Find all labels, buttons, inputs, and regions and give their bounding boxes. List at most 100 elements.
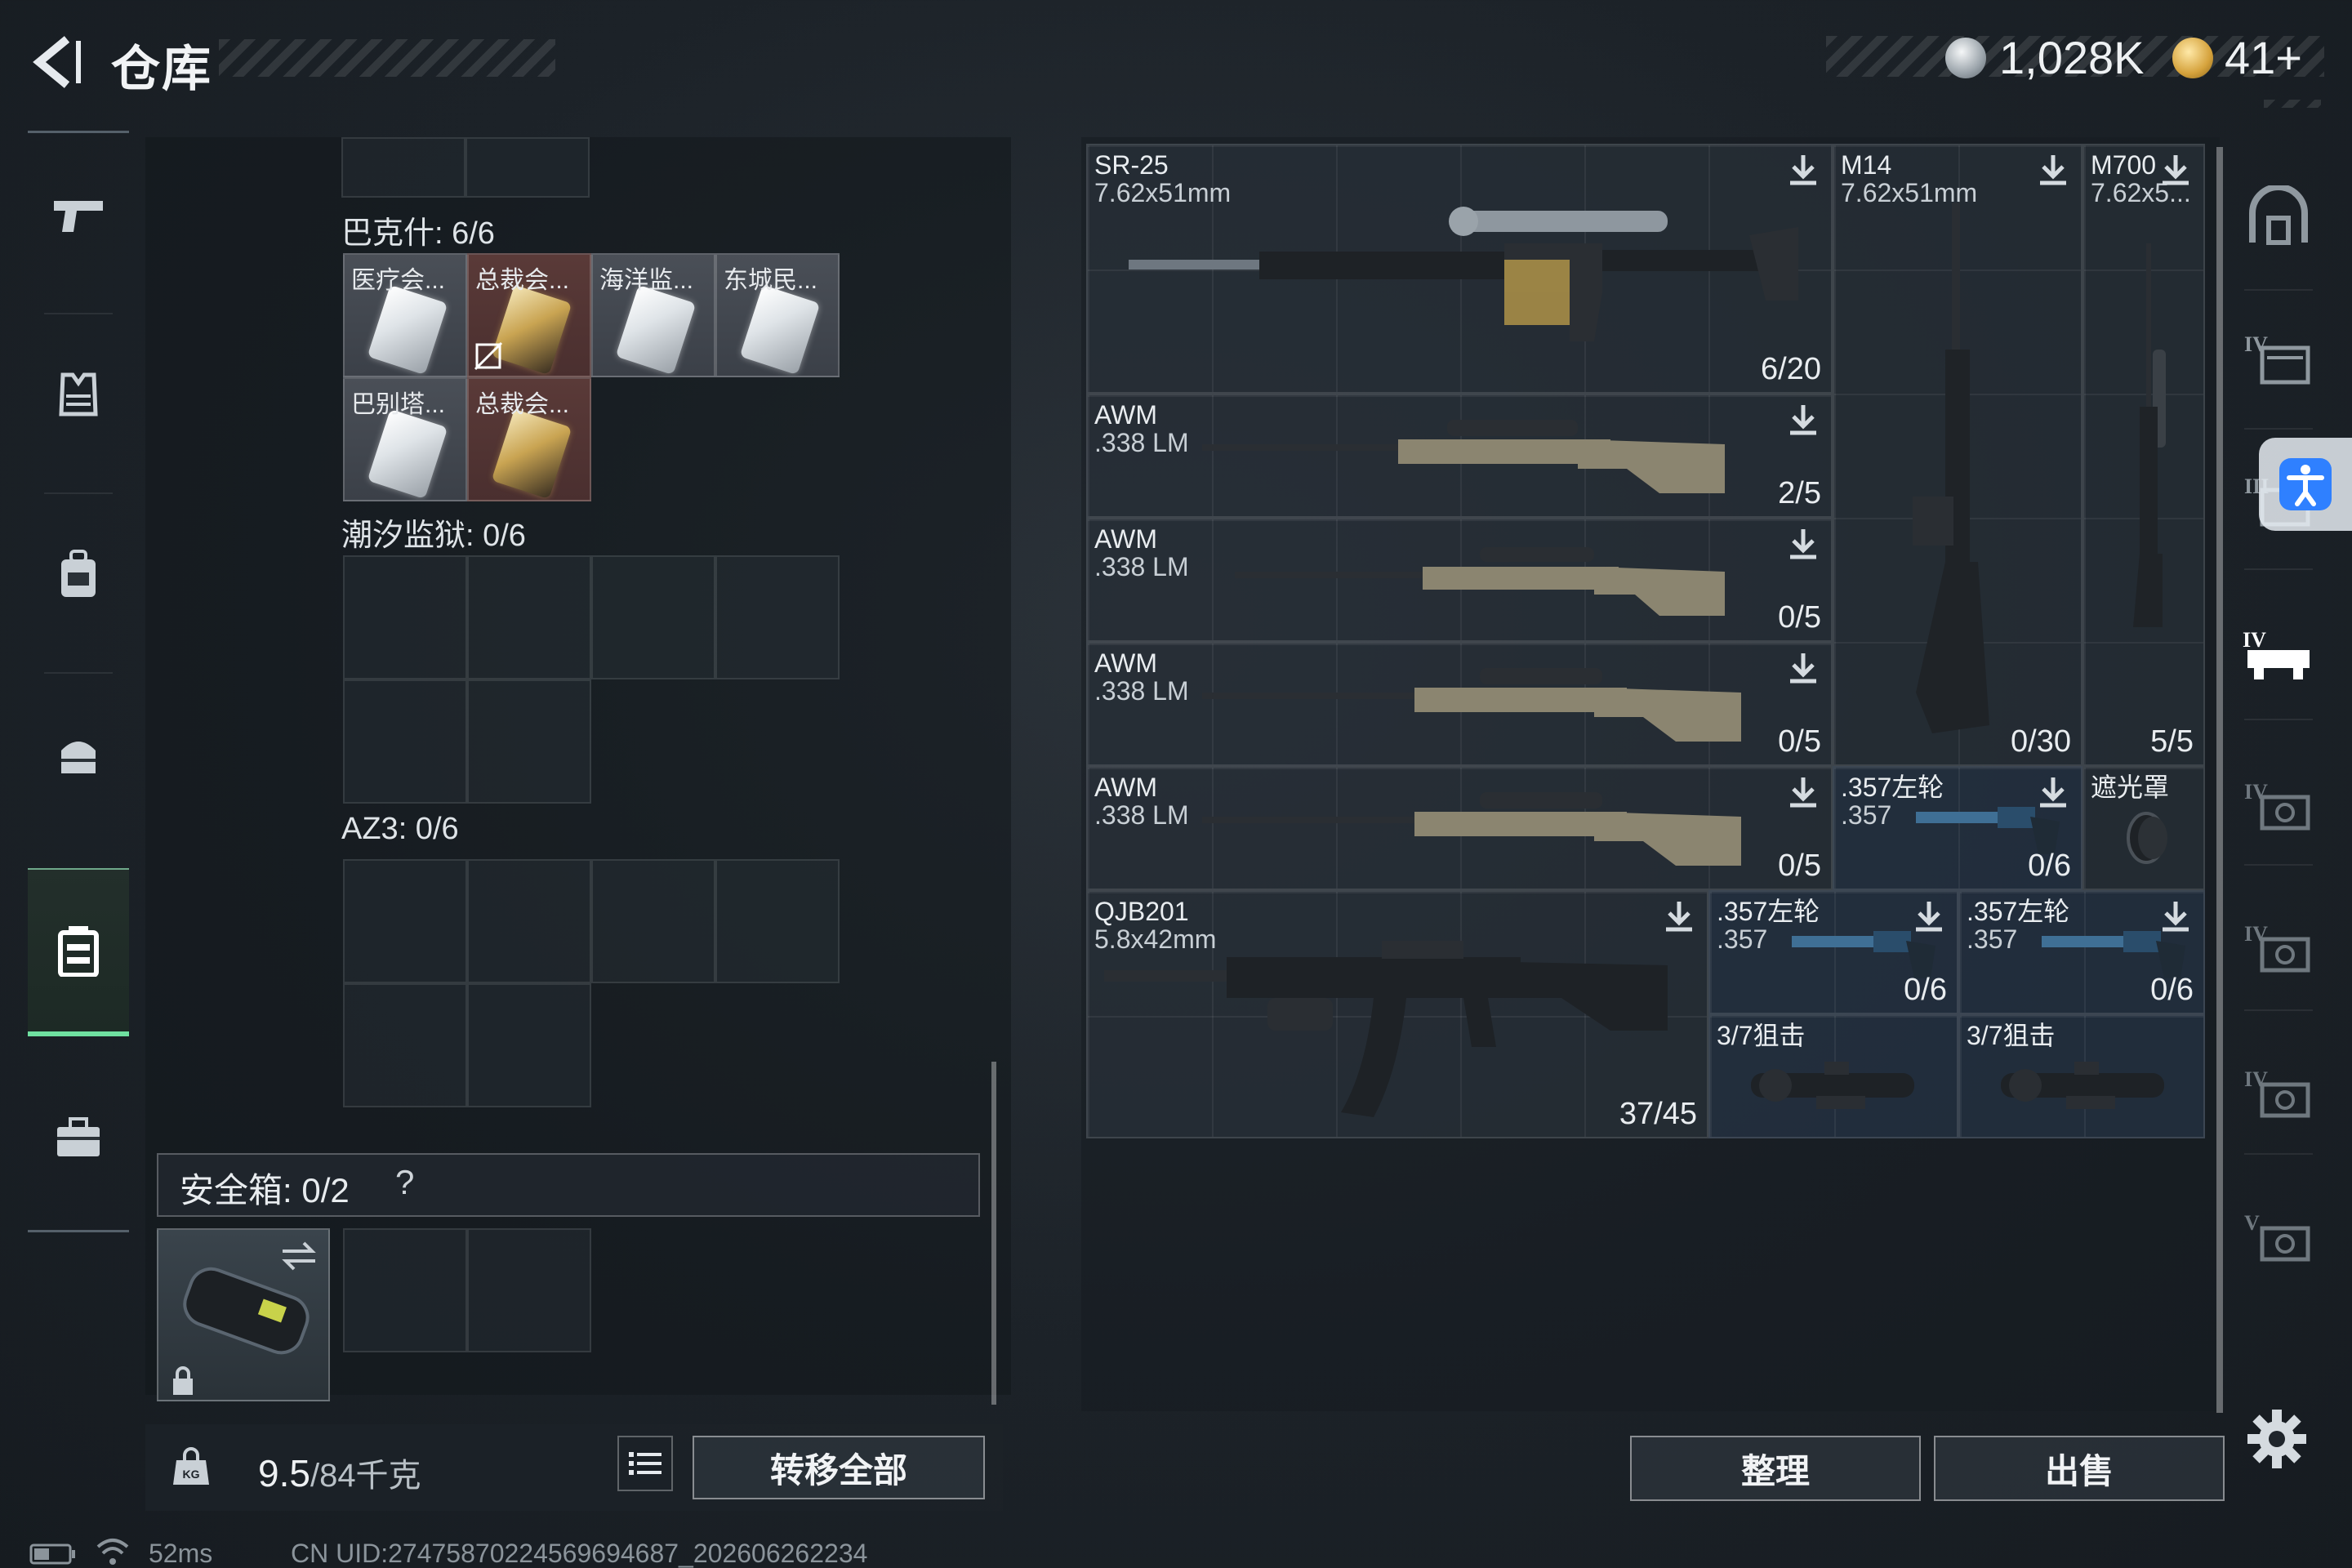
storage-tab-tier5[interactable]: V (2230, 1176, 2328, 1298)
svg-text:V: V (2244, 1211, 2260, 1235)
grid-slot[interactable] (715, 555, 840, 679)
storage-tab-main[interactable] (2230, 155, 2328, 278)
ammo-count: 0/6 (1904, 973, 1947, 1007)
weapon-card-awm[interactable]: AWM .338 LM 0/5 (1086, 642, 1833, 766)
m14-rifle-icon (1913, 203, 1989, 733)
gold-amount[interactable]: 41+ (2225, 31, 2302, 84)
download-icon[interactable] (1785, 402, 1821, 438)
accessibility-button[interactable] (2259, 438, 2352, 531)
keycard-item[interactable]: 总裁会... (467, 253, 591, 377)
storage-tab-tier4-c[interactable]: IV (2230, 745, 2328, 867)
attachment-card-lens-hood[interactable]: 遮光罩 (2082, 766, 2205, 890)
svg-text:IV: IV (2244, 332, 2268, 356)
awm-rifle-icon (1202, 792, 1741, 866)
download-icon[interactable] (2035, 152, 2071, 188)
nav-item-backpack[interactable] (28, 492, 129, 656)
keycard-item[interactable]: 海洋监... (591, 253, 715, 377)
weapon-name: .357左轮 (1717, 897, 1820, 926)
download-icon[interactable] (2158, 152, 2194, 188)
grid-slot[interactable] (715, 859, 840, 983)
keycard-icon (367, 284, 448, 376)
pistol-icon (54, 201, 103, 232)
armor-vest-icon (59, 372, 98, 416)
list-view-button[interactable] (617, 1436, 673, 1491)
sort-button[interactable]: 整理 (1630, 1436, 1921, 1501)
weapon-name: M700 (2091, 150, 2157, 180)
download-icon[interactable] (1785, 526, 1821, 562)
attachment-card-scope[interactable]: 3/7狙击 (1708, 1014, 1958, 1138)
nav-item-case[interactable] (28, 1056, 129, 1219)
page-title: 仓库 (111, 42, 212, 96)
m700-rifle-icon (2133, 243, 2166, 627)
weapon-card-qjb201[interactable]: QJB201 5.8x42mm 37/45 (1086, 890, 1708, 1138)
back-arrow-icon[interactable] (24, 29, 90, 95)
right-storage-nav: IV III IV IV IV IV V (2230, 137, 2328, 1395)
weapon-caliber: .338 LM (1094, 552, 1189, 581)
grid-slot[interactable] (343, 983, 467, 1107)
weapon-caliber: .357 (1967, 924, 2018, 954)
grid-slot[interactable] (467, 983, 591, 1107)
nav-item-weapons[interactable] (28, 133, 129, 296)
storage-tab-tier4-a[interactable]: IV (2230, 297, 2328, 420)
item-name: 巴别塔... (351, 391, 446, 418)
weapon-card-revolver[interactable]: .357左轮 .357 0/6 (1708, 890, 1958, 1014)
grid-slot[interactable] (467, 679, 591, 804)
svg-text:IV: IV (2243, 628, 2266, 652)
qjb201-lmg-icon (1104, 941, 1668, 1117)
safebox-slot[interactable] (467, 1228, 591, 1352)
grid-slot[interactable] (591, 859, 715, 983)
grid-slot[interactable] (591, 555, 715, 679)
grid-slot[interactable] (467, 859, 591, 983)
safebox-item[interactable] (157, 1228, 330, 1401)
weapon-card-revolver[interactable]: .357左轮 .357 0/6 (1833, 766, 2082, 890)
download-icon[interactable] (1785, 774, 1821, 810)
weapon-card-revolver[interactable]: .357左轮 .357 0/6 (1958, 890, 2205, 1014)
weapon-card-sr25[interactable]: SR-25 7.62x51mm 6/20 (1086, 144, 1833, 394)
ammo-count: 0/30 (2011, 724, 2071, 759)
backpack-icon (61, 550, 96, 597)
sell-button[interactable]: 出售 (1934, 1436, 2225, 1501)
weapon-card-m14[interactable]: M14 7.62x51mm 0/30 (1833, 144, 2082, 766)
weapon-scrollbar[interactable] (2216, 147, 2223, 1413)
weapon-card-awm[interactable]: AWM .338 LM 0/5 (1086, 766, 1833, 890)
storage-arch-icon (2249, 185, 2308, 245)
nav-item-chest-rig[interactable] (28, 868, 129, 1036)
nav-item-bags[interactable] (28, 672, 129, 835)
attachment-card-scope[interactable]: 3/7狙击 (1958, 1014, 2205, 1138)
keycard-item[interactable]: 总裁会... (467, 377, 591, 501)
download-icon[interactable] (1785, 650, 1821, 686)
storage-tab-tier4-b[interactable]: IV (2230, 593, 2328, 715)
ammo-count: 0/5 (1778, 724, 1821, 759)
grid-slot[interactable] (343, 859, 467, 983)
list-icon (629, 1452, 662, 1475)
storage-scrollbar[interactable] (991, 1062, 996, 1405)
storage-tab-tier4-d[interactable]: IV (2230, 887, 2328, 1009)
safebox-help-button[interactable]: ? (395, 1163, 414, 1202)
grid-slot[interactable] (467, 555, 591, 679)
storage-tier4-a-icon: IV (2244, 332, 2310, 385)
weight-max: /84千克 (310, 1458, 421, 1494)
storage-tab-tier4-e[interactable]: IV (2230, 1032, 2328, 1155)
nav-item-armor[interactable] (28, 313, 129, 476)
weapon-card-m700[interactable]: M700 7.62x5... 5/5 (2082, 144, 2205, 766)
lock-icon (173, 1366, 193, 1395)
keycard-item[interactable]: 医疗会... (343, 253, 467, 377)
transfer-all-button[interactable]: 转移全部 (693, 1436, 985, 1499)
item-name: 总裁会... (475, 391, 570, 418)
weapon-card-awm[interactable]: AWM .338 LM 2/5 (1086, 394, 1833, 518)
weapon-name: SR-25 (1094, 150, 1169, 180)
grid-slot (466, 137, 590, 198)
keycard-icon (739, 284, 821, 376)
safebox-slot[interactable] (343, 1228, 467, 1352)
keycard-item[interactable]: 东城民... (715, 253, 840, 377)
sniper-scope-icon (1751, 1062, 1914, 1109)
grid-slot[interactable] (343, 679, 467, 804)
settings-gear-icon[interactable] (2246, 1408, 2308, 1470)
weapon-card-awm[interactable]: AWM .338 LM 0/5 (1086, 518, 1833, 642)
keycard-icon (367, 408, 448, 500)
group-label-bakesh: 巴克什: 6/6 (341, 216, 495, 251)
grid-slot[interactable] (343, 555, 467, 679)
ammo-count: 6/20 (1761, 352, 1821, 386)
keycard-item[interactable]: 巴别塔... (343, 377, 467, 501)
ammo-count: 37/45 (1619, 1097, 1697, 1131)
